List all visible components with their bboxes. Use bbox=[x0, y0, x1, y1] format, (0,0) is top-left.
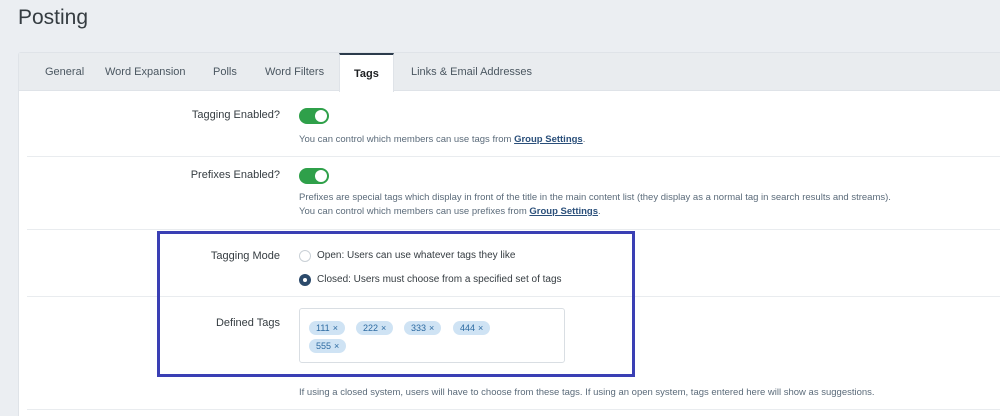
row-divider bbox=[27, 156, 1000, 157]
group-settings-link[interactable]: Group Settings bbox=[529, 206, 598, 217]
description-line: You can control which members can use pr… bbox=[299, 205, 891, 219]
tagging-mode-open-radio[interactable] bbox=[299, 250, 311, 262]
tag-chip: 111 × bbox=[309, 321, 345, 335]
tagging-mode-open-label[interactable]: Open: Users can use whatever tags they l… bbox=[317, 250, 515, 261]
prefixes-enabled-toggle[interactable] bbox=[299, 168, 329, 184]
description-text: Prefixes are special tags which display … bbox=[299, 192, 891, 203]
tag-remove-icon[interactable]: × bbox=[478, 323, 483, 333]
settings-panel: General Word Expansion Polls Word Filter… bbox=[18, 52, 1000, 416]
tag-label: 333 bbox=[411, 323, 427, 333]
tag-chip: 444 × bbox=[453, 321, 491, 335]
tag-remove-icon[interactable]: × bbox=[381, 323, 386, 333]
tab-word-filters[interactable]: Word Filters bbox=[265, 66, 324, 78]
tagging-enabled-description: You can control which members can use ta… bbox=[299, 133, 585, 147]
tab-polls[interactable]: Polls bbox=[213, 66, 237, 78]
tagging-mode-closed-label[interactable]: Closed: Users must choose from a specifi… bbox=[317, 274, 562, 285]
row-divider bbox=[27, 409, 1000, 410]
tag-label: 222 bbox=[363, 323, 379, 333]
tag-label: 111 bbox=[316, 323, 330, 333]
defined-tags-input[interactable]: 111 × 222 × 333 × 444 × 555 × bbox=[299, 308, 565, 363]
description-text: . bbox=[598, 206, 601, 217]
tagging-enabled-toggle[interactable] bbox=[299, 108, 329, 124]
tag-label: 444 bbox=[460, 323, 476, 333]
tab-bar: General Word Expansion Polls Word Filter… bbox=[19, 53, 1000, 92]
tag-remove-icon[interactable]: × bbox=[334, 341, 339, 351]
tagging-mode-label: Tagging Mode bbox=[210, 250, 280, 262]
prefixes-enabled-description: Prefixes are special tags which display … bbox=[299, 191, 891, 219]
tag-chip: 222 × bbox=[356, 321, 394, 335]
tag-label: 555 bbox=[316, 341, 332, 351]
row-divider bbox=[27, 229, 1000, 230]
description-text: . bbox=[582, 134, 586, 145]
tab-tags[interactable]: Tags bbox=[339, 53, 394, 92]
tag-remove-icon[interactable]: × bbox=[429, 323, 434, 333]
page-title: Posting bbox=[18, 6, 89, 29]
tab-general[interactable]: General bbox=[45, 66, 84, 78]
tag-chip: 333 × bbox=[404, 321, 442, 335]
description-text: You can control which members can use ta… bbox=[299, 134, 515, 145]
tab-word-expansion[interactable]: Word Expansion bbox=[105, 66, 186, 78]
tab-links-email[interactable]: Links & Email Addresses bbox=[411, 66, 532, 78]
tag-chip: 555 × bbox=[309, 339, 347, 353]
defined-tags-description: If using a closed system, users will hav… bbox=[299, 387, 875, 398]
toggle-knob bbox=[315, 170, 327, 182]
toggle-knob bbox=[315, 110, 327, 122]
tag-remove-icon[interactable]: × bbox=[333, 323, 338, 333]
description-text: You can control which members can use pr… bbox=[299, 206, 530, 217]
group-settings-link[interactable]: Group Settings bbox=[514, 134, 583, 145]
row-divider bbox=[27, 296, 1000, 297]
defined-tags-label: Defined Tags bbox=[215, 317, 280, 329]
tagging-enabled-label: Tagging Enabled? bbox=[191, 109, 280, 121]
prefixes-enabled-label: Prefixes Enabled? bbox=[190, 169, 280, 181]
tagging-mode-closed-radio[interactable] bbox=[299, 274, 311, 286]
